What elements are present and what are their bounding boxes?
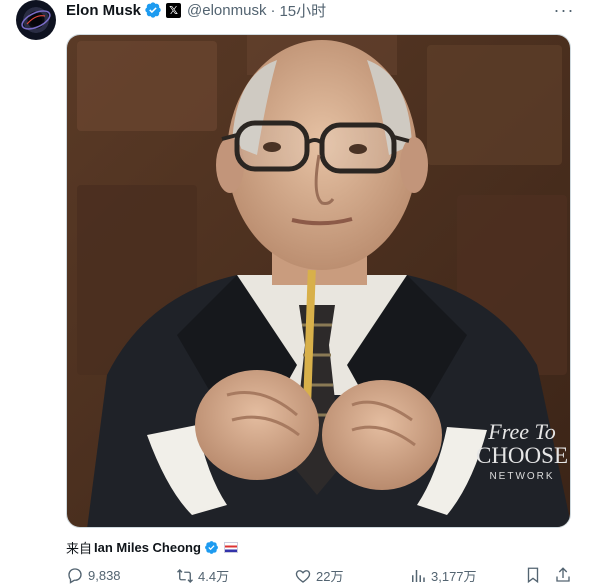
more-options-icon[interactable]: ··· (552, 0, 576, 20)
author-handle[interactable]: @elonmusk (187, 2, 266, 19)
watermark-line2: CHOOSE (476, 443, 568, 468)
reply-button[interactable]: 9,838 (66, 566, 121, 584)
post-video[interactable]: Free To CHOOSE NETWORK (66, 34, 571, 528)
repost-button[interactable]: 4.4万 (176, 566, 229, 585)
views-button[interactable]: 3,177万 (409, 566, 477, 585)
reply-icon (68, 568, 82, 584)
tweet-action-bar: 9,838 4.4万 22万 3,177万 (66, 566, 576, 584)
source-prefix: 来自 (66, 540, 93, 556)
like-button[interactable]: 22万 (294, 566, 343, 585)
reply-count: 9,838 (88, 567, 121, 583)
source-flag-icon (223, 541, 238, 553)
source-author-link[interactable]: Ian Miles Cheong (94, 540, 201, 555)
heart-icon (295, 569, 311, 583)
post-time[interactable]: 15小时 (279, 0, 326, 21)
author-avatar[interactable] (16, 0, 56, 40)
author-name[interactable]: Elon Musk (66, 2, 141, 19)
video-frame-image: Free To CHOOSE NETWORK (67, 35, 570, 527)
bookmark-icon (527, 567, 539, 584)
bookmark-button[interactable] (524, 566, 546, 584)
view-count: 3,177万 (431, 569, 477, 584)
repost-count: 4.4万 (198, 569, 230, 584)
repost-icon (177, 568, 193, 583)
affiliate-x-badge[interactable]: 𝕏 (166, 2, 182, 18)
verified-badge-icon[interactable] (144, 1, 162, 19)
share-button[interactable] (554, 566, 576, 584)
watermark-line1: Free To (487, 419, 555, 444)
header-separator: · (270, 1, 276, 19)
analytics-icon (412, 569, 425, 582)
like-count: 22万 (316, 569, 344, 584)
tweet-header: Elon Musk 𝕏 @elonmusk · 15小时 (66, 0, 326, 20)
watermark-line3: NETWORK (489, 471, 554, 482)
share-icon (556, 567, 570, 582)
avatar-image (21, 10, 51, 30)
source-verified-badge-icon (205, 540, 218, 554)
video-source-attribution: 来自 Ian Miles Cheong (66, 538, 238, 556)
